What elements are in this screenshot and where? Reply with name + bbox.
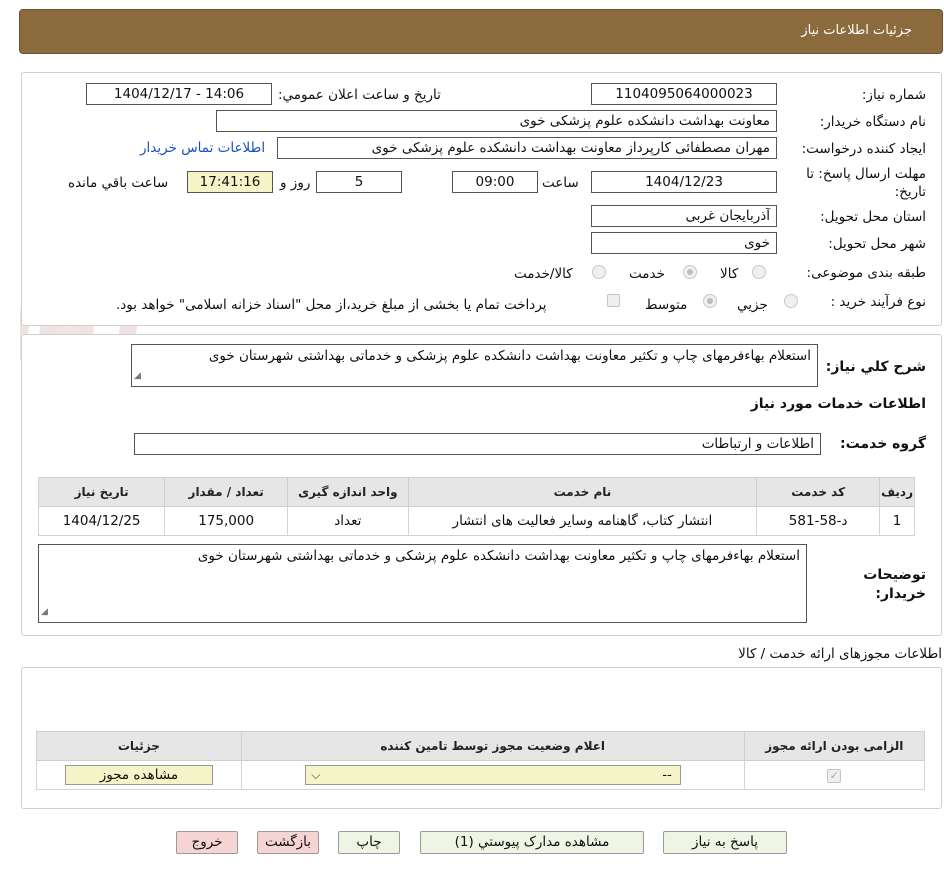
resize-handle-icon[interactable]: ◢ — [134, 367, 141, 385]
deadline-label-date: تاريخ: — [894, 184, 926, 200]
buyer-notes-textarea[interactable]: استعلام بهاءفرمهای چاپ و تکثیر معاونت به… — [38, 544, 807, 623]
exit-button[interactable]: خروج — [176, 831, 238, 854]
cell-permit-details: مشاهده مجوز — [36, 760, 242, 790]
province-field: آذربايجان غربی — [591, 205, 777, 227]
creator-label: ايجاد کننده درخواست: — [801, 141, 926, 157]
purchase-type-label: نوع فرآيند خريد : — [830, 294, 926, 310]
category-label: طبقه بندی موضوعی: — [806, 265, 926, 281]
days-label: روز و — [280, 175, 311, 191]
col-row: رديف — [879, 477, 915, 507]
summary-label: شرح کلي نياز: — [825, 359, 926, 375]
col-permit-required: الزامی بودن ارائه مجوز — [743, 731, 926, 761]
col-date: تاريخ نياز — [37, 477, 166, 507]
announce-datetime-label: تاریخ و ساعت اعلان عمومي: — [278, 87, 441, 103]
cell-date: 1404/12/25 — [37, 506, 166, 536]
province-label: استان محل تحويل: — [820, 209, 926, 225]
permit-status-select[interactable]: ⌵ -- — [304, 765, 681, 785]
table-row: 1 د-58-581 انتشار کتاب، گاهنامه وساير فع… — [37, 506, 915, 536]
col-permit-status: اعلام وضعيت مجوز توسط تامين کننده — [240, 731, 745, 761]
need-number-label: شماره نیاز: — [861, 87, 926, 103]
creator-field: مهران مصطفائی کارپرداز معاونت بهداشت دان… — [277, 137, 777, 159]
cell-name: انتشار کتاب، گاهنامه وساير فعاليت های ان… — [407, 506, 758, 536]
print-button[interactable]: چاپ — [338, 831, 400, 854]
announce-datetime-field: 1404/12/17 - 14:06 — [86, 83, 272, 105]
category-goods-service-radio[interactable] — [592, 265, 606, 279]
category-service-label: خدمت — [629, 266, 665, 282]
category-service-radio[interactable] — [683, 265, 697, 279]
col-permit-details: جزئيات — [36, 731, 242, 761]
days-field: 5 — [316, 171, 402, 193]
col-code: کد خدمت — [756, 477, 881, 507]
service-group-label: گروه خدمت: — [840, 436, 926, 452]
purchase-type-minor-radio[interactable] — [784, 294, 798, 308]
purchase-type-medium-radio[interactable] — [703, 294, 717, 308]
services-table: رديف کد خدمت نام خدمت واحد اندازه گيری ت… — [37, 477, 915, 536]
buyer-org-label: نام دستگاه خريدار: — [819, 114, 926, 130]
table-row: ✓ ⌵ -- مشاهده مجوز — [36, 760, 926, 790]
buyer-org-field: معاونت بهداشت دانشکده علوم پزشکی خوی — [216, 110, 777, 132]
category-goods-label: کالا — [720, 266, 739, 282]
category-goods-radio[interactable] — [752, 265, 766, 279]
purchase-type-medium-label: متوسط — [645, 297, 688, 313]
payment-note: پرداخت تمام يا بخشی از مبلغ خريد،از محل … — [116, 297, 547, 313]
buyer-contact-link[interactable]: اطلاعات تماس خريدار — [140, 140, 265, 156]
need-number-field: 1104095064000023 — [591, 83, 777, 105]
permit-status-value: -- — [662, 767, 672, 783]
col-qty: تعداد / مقدار — [164, 477, 289, 507]
back-button[interactable]: بازگشت — [257, 831, 319, 854]
page-header: جزئیات اطلاعات نیاز — [19, 9, 943, 54]
page-title: جزئیات اطلاعات نیاز — [801, 23, 912, 38]
cell-qty: 175,000 — [164, 506, 289, 536]
view-permit-button[interactable]: مشاهده مجوز — [64, 765, 213, 785]
deadline-time-field: 09:00 — [452, 171, 538, 193]
buyer-notes-text: استعلام بهاءفرمهای چاپ و تکثیر معاونت به… — [197, 548, 800, 564]
view-attachments-button[interactable]: مشاهده مدارک پيوستي (1) — [420, 831, 644, 854]
permits-title: اطلاعات مجوزهای ارائه خدمت / کالا — [738, 646, 942, 662]
cell-unit: تعداد — [287, 506, 409, 536]
city-field: خوی — [591, 232, 777, 254]
resize-handle-icon[interactable]: ◢ — [41, 603, 48, 621]
permits-table: الزامی بودن ارائه مجوز اعلام وضعيت مجوز … — [36, 731, 926, 790]
cell-code: د-58-581 — [756, 506, 881, 536]
summary-text: استعلام بهاءفرمهای چاپ و تکثیر معاونت به… — [208, 348, 811, 364]
service-group-field: اطلاعات و ارتباطات — [134, 433, 821, 455]
cell-permit-status: ⌵ -- — [240, 760, 745, 790]
city-label: شهر محل تحويل: — [828, 236, 926, 252]
remaining-time-field: 17:41:16 — [187, 171, 273, 193]
buyer-notes-label-2: خريدار: — [875, 586, 926, 602]
cell-permit-required: ✓ — [743, 760, 926, 790]
cell-row: 1 — [879, 506, 915, 536]
summary-textarea[interactable]: استعلام بهاءفرمهای چاپ و تکثیر معاونت به… — [131, 344, 818, 387]
col-unit: واحد اندازه گيری — [287, 477, 409, 507]
deadline-time-label: ساعت — [542, 175, 579, 191]
category-goods-service-label: کالا/خدمت — [514, 266, 573, 282]
treasury-payment-checkbox[interactable] — [607, 294, 620, 307]
col-name: نام خدمت — [407, 477, 758, 507]
buyer-notes-label: توضيحات — [863, 567, 926, 583]
permits-table-header: الزامی بودن ارائه مجوز اعلام وضعيت مجوز … — [36, 731, 926, 761]
services-table-header: رديف کد خدمت نام خدمت واحد اندازه گيری ت… — [37, 477, 915, 507]
purchase-type-minor-label: جزيي — [737, 297, 768, 313]
reply-button[interactable]: پاسخ به نياز — [663, 831, 787, 854]
chevron-down-icon: ⌵ — [311, 767, 321, 782]
permit-required-checkbox[interactable]: ✓ — [827, 769, 842, 783]
deadline-date-field: 1404/12/23 — [591, 171, 777, 193]
remaining-time-label: ساعت باقي مانده — [68, 175, 169, 191]
deadline-label: مهلت ارسال پاسخ: تا — [806, 166, 926, 182]
services-section-title: اطلاعات خدمات مورد نياز — [750, 396, 926, 412]
